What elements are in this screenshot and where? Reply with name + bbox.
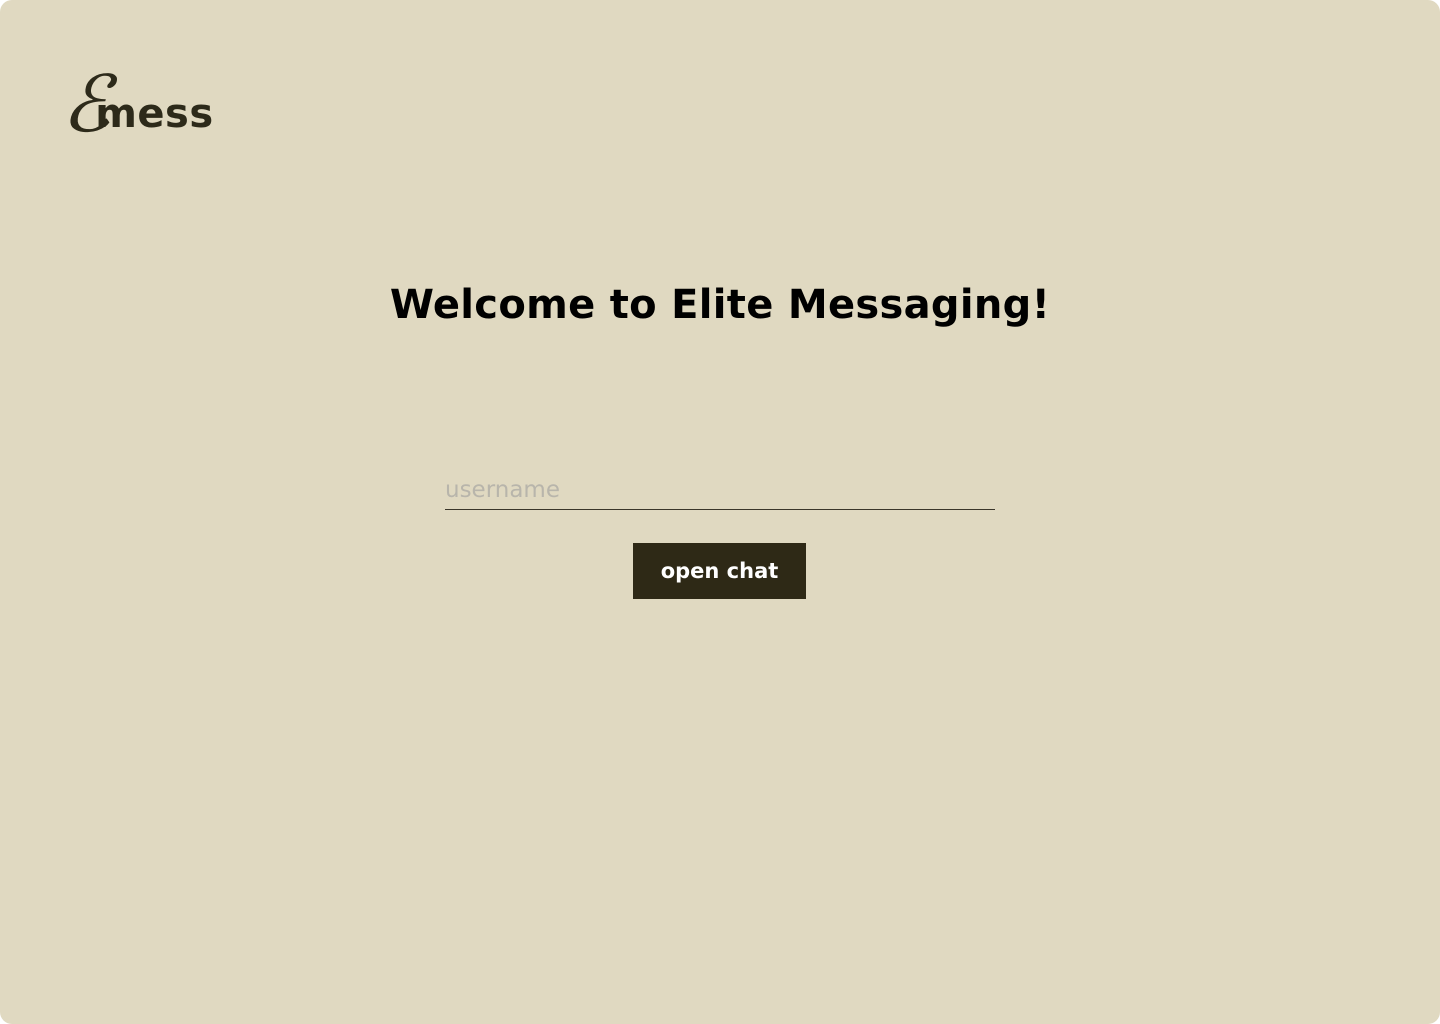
username-input[interactable] — [445, 470, 995, 510]
logo-wordmark: mess — [95, 91, 214, 137]
app-logo: ℰ mess — [61, 58, 214, 144]
open-chat-button[interactable]: open chat — [633, 543, 806, 599]
welcome-title: Welcome to Elite Messaging! — [389, 282, 1051, 328]
app-window: ℰ mess Welcome to Elite Messaging! open … — [0, 0, 1440, 1024]
